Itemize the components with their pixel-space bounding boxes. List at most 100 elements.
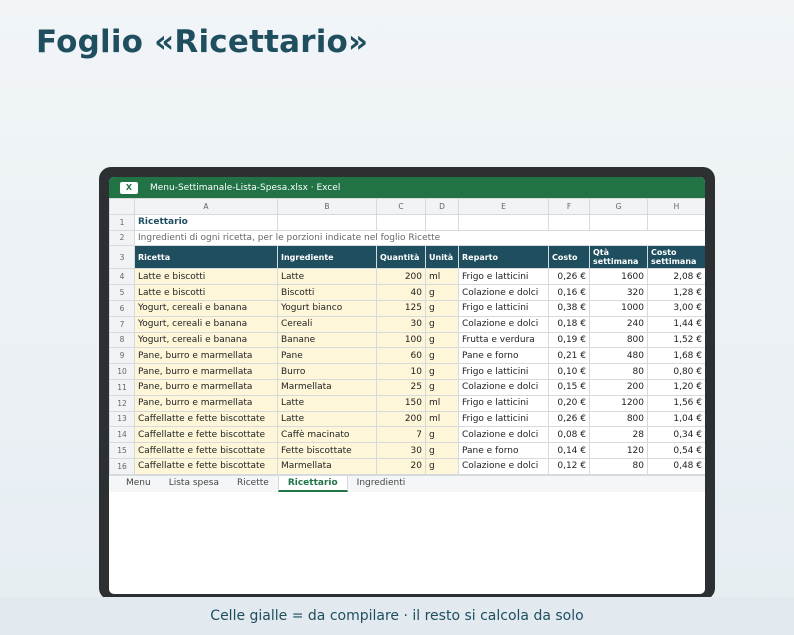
header-cell-reparto[interactable]: Reparto [458, 245, 549, 270]
cell-ingrediente[interactable]: Latte [277, 268, 377, 286]
cell-unita[interactable]: ml [425, 410, 459, 428]
cell-ingrediente[interactable]: Pane [277, 347, 377, 365]
cell-costo-settimana[interactable]: 1,44 € [647, 315, 705, 333]
row-number[interactable]: 15 [109, 442, 135, 459]
row-number[interactable]: 9 [109, 347, 135, 365]
cell-quantita[interactable]: 200 [376, 410, 426, 428]
cell-costo-settimana[interactable]: 1,04 € [647, 410, 705, 428]
cell-qta-settimana[interactable]: 120 [589, 442, 648, 459]
cell-quantita[interactable]: 30 [376, 442, 426, 459]
cell-qta-settimana[interactable]: 480 [589, 347, 648, 365]
header-cell-quantita[interactable]: Quantità [376, 245, 426, 270]
cell-ricetta[interactable]: Pane, burro e marmellata [134, 394, 278, 412]
row-number[interactable]: 2 [109, 229, 135, 247]
cell-unita[interactable]: g [425, 299, 459, 317]
cell-ingrediente[interactable]: Biscotti [277, 284, 377, 301]
column-header[interactable]: F [548, 198, 590, 215]
cell-qta-settimana[interactable]: 80 [589, 363, 648, 380]
cell-reparto[interactable]: Frigo e latticini [458, 299, 549, 317]
cell-reparto[interactable]: Pane e forno [458, 347, 549, 365]
cell-ricetta[interactable]: Latte e biscotti [134, 268, 278, 286]
cell-quantita[interactable]: 125 [376, 299, 426, 317]
cell-quantita[interactable]: 40 [376, 284, 426, 301]
cell-ricetta[interactable]: Yogurt, cereali e banana [134, 299, 278, 317]
cell-unita[interactable]: g [425, 315, 459, 333]
column-header[interactable]: H [647, 198, 705, 215]
cell-costo[interactable]: 0,18 € [548, 315, 590, 333]
cell-quantita[interactable]: 100 [376, 331, 426, 349]
sheet-tab[interactable]: Menu [117, 476, 160, 492]
cell-costo[interactable]: 0,20 € [548, 394, 590, 412]
cell-qta-settimana[interactable]: 1600 [589, 268, 648, 286]
column-header[interactable]: B [277, 198, 377, 215]
cell-qta-settimana[interactable]: 800 [589, 410, 648, 428]
cell-ricetta[interactable]: Pane, burro e marmellata [134, 363, 278, 380]
cell[interactable] [548, 213, 590, 231]
row-number[interactable]: 12 [109, 394, 135, 412]
cell-unita[interactable]: g [425, 284, 459, 301]
cell-ingrediente[interactable]: Marmellata [277, 378, 377, 396]
cell-reparto[interactable]: Pane e forno [458, 442, 549, 459]
cell[interactable] [589, 213, 648, 231]
cell-ingrediente[interactable]: Latte [277, 394, 377, 412]
cell-reparto[interactable]: Colazione e dolci [458, 284, 549, 301]
column-header[interactable]: A [134, 198, 278, 215]
row-number[interactable]: 5 [109, 284, 135, 301]
cell-ricetta[interactable]: Caffellatte e fette biscottate [134, 442, 278, 459]
cell-qta-settimana[interactable]: 200 [589, 378, 648, 396]
cell-costo-settimana[interactable]: 0,80 € [647, 363, 705, 380]
row-number[interactable]: 8 [109, 331, 135, 349]
cell-costo-settimana[interactable]: 1,68 € [647, 347, 705, 365]
row-number[interactable]: 1 [109, 213, 135, 231]
cell-unita[interactable]: g [425, 363, 459, 380]
row-number[interactable]: 4 [109, 268, 135, 286]
cell-costo-settimana[interactable]: 0,54 € [647, 442, 705, 459]
cell-costo[interactable]: 0,26 € [548, 410, 590, 428]
cell-unita[interactable]: ml [425, 268, 459, 286]
cell-ricetta[interactable]: Pane, burro e marmellata [134, 347, 278, 365]
row-number[interactable]: 10 [109, 363, 135, 380]
cell-reparto[interactable]: Frigo e latticini [458, 268, 549, 286]
cell-costo-settimana[interactable]: 2,08 € [647, 268, 705, 286]
cell-unita[interactable]: g [425, 347, 459, 365]
cell-ricetta[interactable]: Yogurt, cereali e banana [134, 331, 278, 349]
cell-costo[interactable]: 0,08 € [548, 426, 590, 444]
cell-unita[interactable]: ml [425, 394, 459, 412]
header-cell-costo-settimana[interactable]: Costo settimana [647, 245, 705, 270]
cell-unita[interactable]: g [425, 457, 459, 475]
column-header[interactable]: C [376, 198, 426, 215]
cell-ricetta[interactable]: Caffellatte e fette biscottate [134, 457, 278, 475]
cell-reparto[interactable]: Frutta e verdura [458, 331, 549, 349]
spreadsheet-grid[interactable]: A B C D E F G H 1 Ricettario 2 Ingredien… [109, 198, 705, 475]
row-number[interactable]: 7 [109, 315, 135, 333]
cell-quantita[interactable]: 60 [376, 347, 426, 365]
cell-qta-settimana[interactable]: 28 [589, 426, 648, 444]
sheet-tab[interactable]: Ricettario [277, 475, 348, 492]
cell-costo-settimana[interactable]: 3,00 € [647, 299, 705, 317]
cell-ingrediente[interactable]: Latte [277, 410, 377, 428]
row-number[interactable]: 16 [109, 457, 135, 475]
cell-costo-settimana[interactable]: 1,20 € [647, 378, 705, 396]
column-header[interactable]: D [425, 198, 459, 215]
sheet-tab[interactable]: Ingredienti [348, 476, 415, 492]
cell-quantita[interactable]: 30 [376, 315, 426, 333]
column-header[interactable]: G [589, 198, 648, 215]
cell-qta-settimana[interactable]: 320 [589, 284, 648, 301]
sheet-tab[interactable]: Lista spesa [160, 476, 228, 492]
row-number[interactable]: 11 [109, 378, 135, 396]
cell-reparto[interactable]: Colazione e dolci [458, 315, 549, 333]
cell-costo[interactable]: 0,21 € [548, 347, 590, 365]
row-number[interactable]: 14 [109, 426, 135, 444]
cell-ingrediente[interactable]: Yogurt bianco [277, 299, 377, 317]
sheet-tab[interactable]: Ricette [228, 476, 278, 492]
cell-ricetta[interactable]: Caffellatte e fette biscottate [134, 410, 278, 428]
cell-costo-settimana[interactable]: 1,28 € [647, 284, 705, 301]
cell-qta-settimana[interactable]: 240 [589, 315, 648, 333]
cell[interactable] [277, 213, 377, 231]
cell-reparto[interactable]: Colazione e dolci [458, 457, 549, 475]
header-cell-qta-settimana[interactable]: Qtà settimana [589, 245, 648, 270]
cell-ingrediente[interactable]: Fette biscottate [277, 442, 377, 459]
cell-ingrediente[interactable]: Burro [277, 363, 377, 380]
cell[interactable] [425, 213, 459, 231]
cell-costo-settimana[interactable]: 1,52 € [647, 331, 705, 349]
